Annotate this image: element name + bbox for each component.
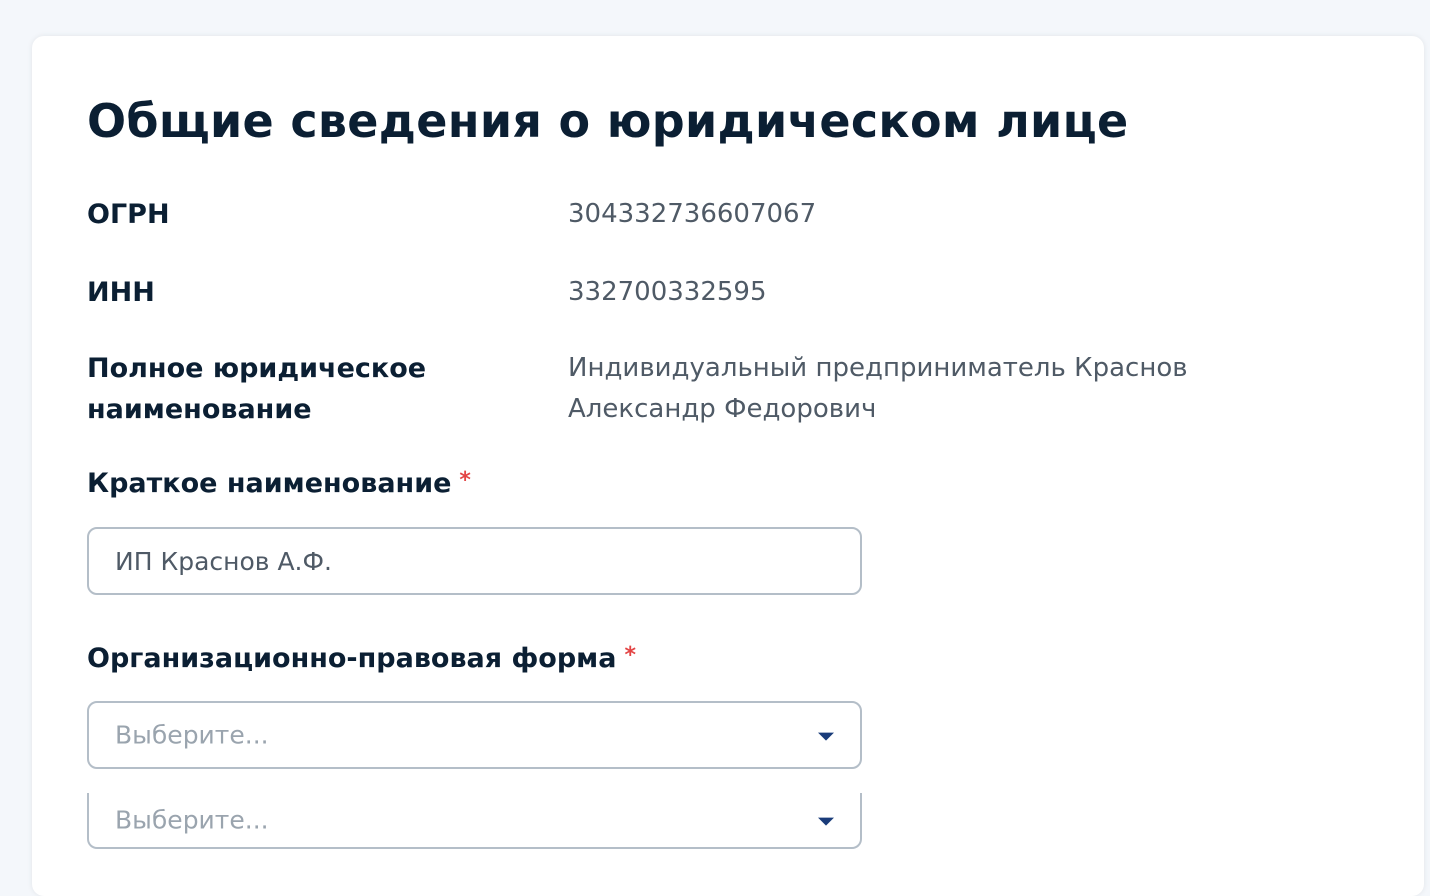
legal-form-label-text: Организационно-правовая форма (87, 643, 617, 674)
legal-form-select[interactable]: Выберите... (87, 701, 862, 769)
legal-form-subselect[interactable]: Выберите... (87, 793, 862, 849)
required-mark: * (459, 468, 471, 493)
legal-form-label: Организационно-правовая форма * (87, 643, 636, 674)
full-name-value: Индивидуальный предприниматель Краснов А… (568, 348, 1188, 430)
section-title: Общие сведения о юридическом лице (87, 94, 1129, 148)
legal-form-select-placeholder: Выберите... (115, 720, 269, 750)
short-name-label-text: Краткое наименование (87, 468, 452, 499)
legal-entity-card: Общие сведения о юридическом лице ОГРН 3… (32, 36, 1424, 896)
full-name-label-line2: наименование (87, 394, 312, 425)
required-mark: * (624, 643, 636, 668)
full-name-label-line1: Полное юридическое (87, 353, 427, 384)
short-name-input[interactable] (89, 529, 860, 593)
ogrn-value: 304332736607067 (568, 199, 817, 229)
short-name-field[interactable] (87, 527, 862, 595)
inn-label: ИНН (87, 277, 155, 308)
ogrn-label: ОГРН (87, 199, 170, 230)
short-name-label: Краткое наименование * (87, 468, 471, 499)
chevron-down-icon[interactable] (818, 817, 834, 826)
full-name-label: Полное юридическое наименование (87, 348, 426, 430)
full-name-value-line1: Индивидуальный предприниматель Краснов (568, 353, 1188, 383)
inn-value: 332700332595 (568, 277, 767, 307)
chevron-down-icon[interactable] (818, 732, 834, 741)
legal-form-subselect-placeholder: Выберите... (115, 805, 269, 835)
full-name-value-line2: Александр Федорович (568, 394, 877, 424)
